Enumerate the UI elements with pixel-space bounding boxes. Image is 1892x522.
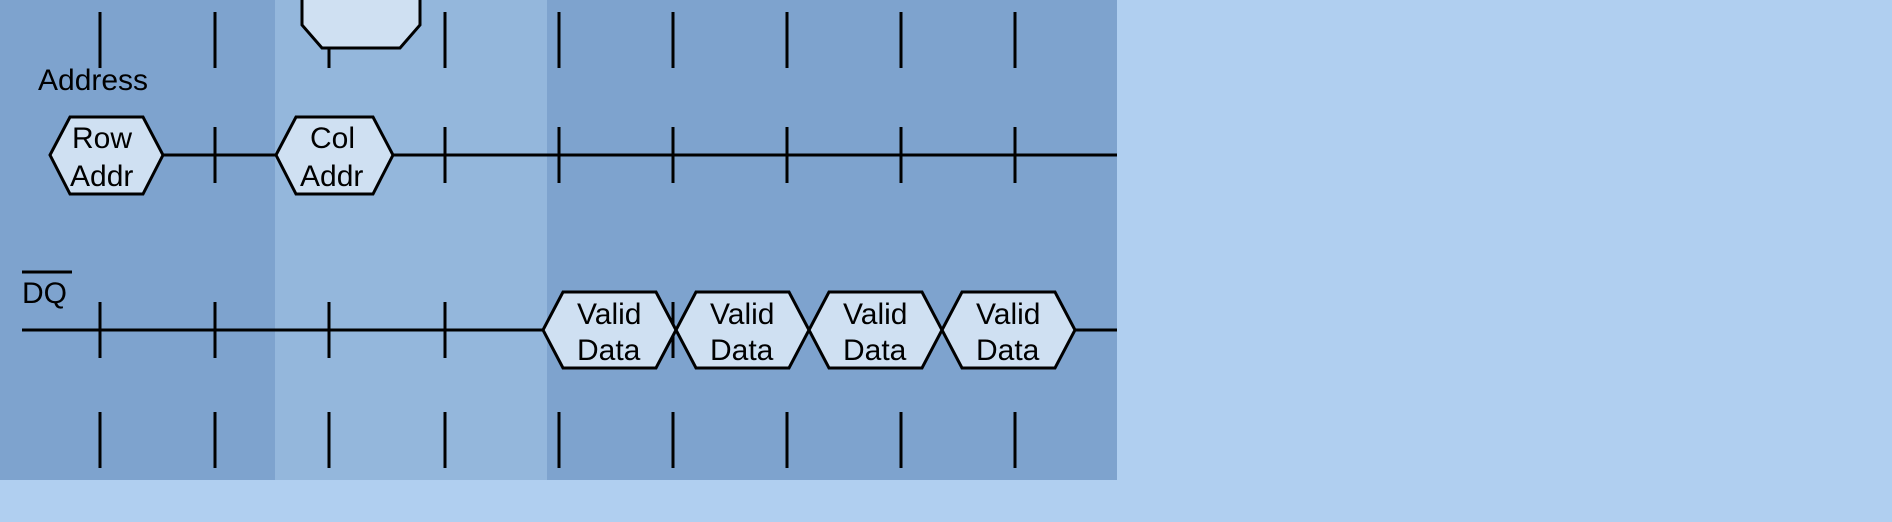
signal-label-dq: DQ [22,277,67,310]
address-row-addr-l2: Addr [70,160,133,193]
dq-valid-data-l1: Valid [843,298,907,331]
address-col-addr-l2: Addr [300,160,363,193]
dq-valid-data-l2: Data [577,334,641,367]
timing-diagram: Address Row Addr Col Addr DQ ValidDataVa… [0,0,1892,522]
dq-valid-data-l1: Valid [577,298,641,331]
dq-valid-data-l1: Valid [710,298,774,331]
dq-valid-data-l2: Data [710,334,774,367]
dq-valid-data-l2: Data [976,334,1040,367]
command-remnant [302,0,420,48]
dq-valid-data-l2: Data [843,334,907,367]
address-row-addr-l1: Row [72,122,132,155]
signal-label-address: Address [38,64,148,97]
address-col-addr-l1: Col [310,122,355,155]
dq-valid-data-l1: Valid [976,298,1040,331]
